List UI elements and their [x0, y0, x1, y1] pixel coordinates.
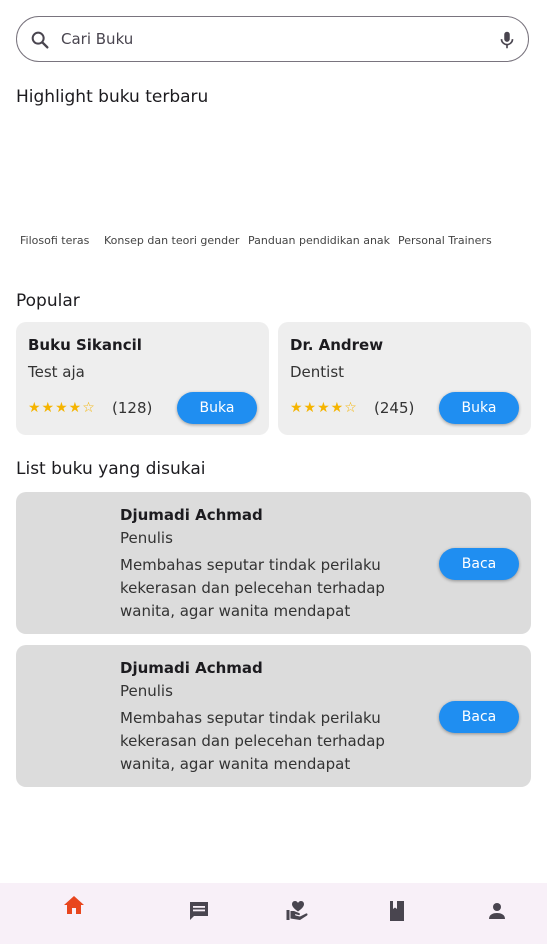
- highlight-item[interactable]: Konsep dan teori gender: [100, 113, 244, 253]
- author-name: Djumadi Achmad: [120, 506, 263, 524]
- author-role: Penulis: [120, 529, 173, 547]
- favorites-section-title: List buku yang disukai: [16, 459, 206, 479]
- highlight-caption: Panduan pendidikan anak: [248, 234, 391, 247]
- highlight-carousel[interactable]: Filosofi teras Konsep dan teori gender P…: [16, 113, 531, 253]
- home-icon[interactable]: [62, 893, 86, 917]
- open-book-button[interactable]: Buka: [177, 392, 257, 424]
- highlight-caption: Filosofi teras: [20, 234, 90, 247]
- rating-count: (128): [112, 399, 153, 417]
- book-icon[interactable]: [385, 899, 409, 923]
- popular-card-title: Dr. Andrew: [290, 336, 384, 354]
- highlight-caption: Konsep dan teori gender: [104, 234, 240, 247]
- popular-card[interactable]: Buku Sikancil Test aja ★★★★☆ (128) Buka: [16, 322, 269, 435]
- popular-section-title: Popular: [16, 291, 80, 311]
- highlight-item[interactable]: Personal Trainers: [394, 113, 514, 253]
- popular-card[interactable]: Dr. Andrew Dentist ★★★★☆ (245) Buka: [278, 322, 531, 435]
- search-bar[interactable]: Cari Buku: [16, 16, 529, 62]
- highlight-section-title: Highlight buku terbaru: [16, 87, 209, 107]
- rating-count: (245): [374, 399, 415, 417]
- author-role: Penulis: [120, 682, 173, 700]
- favorite-book-card[interactable]: Djumadi Achmad Penulis Membahas seputar …: [16, 492, 531, 634]
- popular-card-title: Buku Sikancil: [28, 336, 142, 354]
- person-icon[interactable]: [485, 899, 509, 923]
- rating-stars: ★★★★☆: [28, 400, 96, 416]
- microphone-icon[interactable]: [496, 29, 518, 51]
- book-description: Membahas seputar tindak perilaku kekeras…: [120, 556, 385, 620]
- volunteer-icon[interactable]: [285, 899, 309, 923]
- book-description: Membahas seputar tindak perilaku kekeras…: [120, 709, 385, 773]
- bottom-navigation: [0, 883, 547, 944]
- read-button[interactable]: Baca: [439, 701, 519, 733]
- open-book-button[interactable]: Buka: [439, 392, 519, 424]
- popular-card-subtitle: Dentist: [290, 363, 345, 381]
- rating-stars: ★★★★☆: [290, 400, 358, 416]
- favorite-book-card[interactable]: Djumadi Achmad Penulis Membahas seputar …: [16, 645, 531, 787]
- search-input[interactable]: Cari Buku: [61, 30, 133, 48]
- popular-card-subtitle: Test aja: [28, 363, 85, 381]
- highlight-item[interactable]: Panduan pendidikan anak: [244, 113, 394, 253]
- highlight-caption: Personal Trainers: [398, 234, 492, 247]
- author-name: Djumadi Achmad: [120, 659, 263, 677]
- chat-icon[interactable]: [187, 899, 211, 923]
- read-button[interactable]: Baca: [439, 548, 519, 580]
- search-icon[interactable]: [29, 29, 51, 51]
- highlight-item[interactable]: Filosofi teras: [16, 113, 102, 253]
